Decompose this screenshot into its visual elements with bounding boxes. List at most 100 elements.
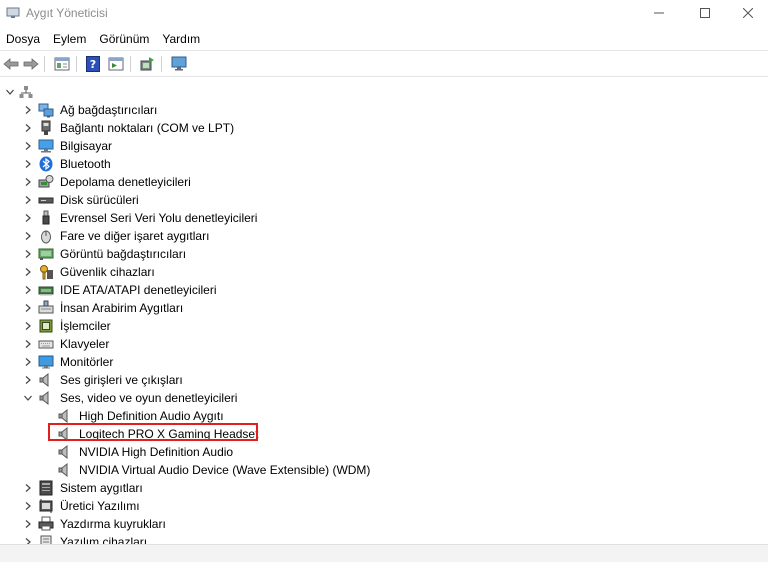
security-device-icon	[38, 264, 54, 280]
toolbar: ?	[0, 50, 768, 77]
horizontal-scrollbar[interactable]	[0, 544, 768, 562]
monitor-icon	[38, 354, 54, 370]
chevron-right-icon[interactable]	[23, 141, 33, 151]
tree-item-ses-video-ve-oyun-denetleyicileri[interactable]: Ses, video ve oyun denetleyicileri	[0, 389, 760, 407]
menu-bar: Dosya Eylem Görünüm Yardım	[0, 28, 768, 50]
chevron-right-icon[interactable]	[23, 123, 33, 133]
tree-item-depolama-denetleyicileri[interactable]: Depolama denetleyicileri	[0, 173, 760, 191]
tree-item-label: Disk sürücüleri	[60, 193, 139, 207]
chevron-right-icon[interactable]	[23, 321, 33, 331]
chevron-right-icon[interactable]	[23, 249, 33, 259]
update-driver-icon[interactable]	[138, 55, 156, 73]
disk-drive-icon	[38, 192, 54, 208]
tree-item-disk-suruculeri[interactable]: Disk sürücüleri	[0, 191, 760, 209]
menu-dosya[interactable]: Dosya	[0, 29, 47, 49]
tree-item-monitorler[interactable]: Monitörler	[0, 353, 760, 371]
usb-icon	[38, 210, 54, 226]
tree-child-nvidia-high-definition-audio[interactable]: NVIDIA High Definition Audio	[0, 443, 760, 461]
tree-item-label: Güvenlik cihazları	[60, 265, 155, 279]
display-adapter-icon	[38, 246, 54, 262]
tree-item-label: Üretici Yazılımı	[60, 499, 140, 513]
toolbar-separator	[44, 56, 45, 72]
tree-item-uretici-yazilimi[interactable]: Üretici Yazılımı	[0, 497, 760, 515]
mouse-icon	[38, 228, 54, 244]
tree-item-label: Ses, video ve oyun denetleyicileri	[60, 391, 238, 405]
monitor-scan-icon[interactable]	[170, 55, 188, 73]
chevron-right-icon[interactable]	[23, 519, 33, 529]
tree-item-label: Bluetooth	[60, 157, 111, 171]
tree-item-islemciler[interactable]: İşlemciler	[0, 317, 760, 335]
chevron-right-icon[interactable]	[23, 537, 33, 544]
tree-item-label: İnsan Arabirim Aygıtları	[60, 301, 184, 315]
menu-gorunum[interactable]: Görünüm	[93, 29, 156, 49]
tree-item-label: Monitörler	[60, 355, 114, 369]
tree-item-ag-bagdastiricilari[interactable]: Ağ bağdaştırıcıları	[0, 101, 760, 119]
menu-yardim[interactable]: Yardım	[156, 29, 207, 49]
back-arrow-icon[interactable]	[2, 55, 20, 73]
tree-item-fare-ve-diger-isaret-aygitlari[interactable]: Fare ve diğer işaret aygıtları	[0, 227, 760, 245]
tree-item-label: Yazdırma kuyrukları	[60, 517, 166, 531]
tree-item-guvenlik-cihazlari[interactable]: Güvenlik cihazları	[0, 263, 760, 281]
tree-item-yazilim-cihazlari[interactable]: Yazılım cihazları	[0, 533, 760, 544]
chevron-right-icon[interactable]	[23, 213, 33, 223]
device-manager-app-icon	[6, 6, 20, 23]
tree-item-evrensel-seri-veri-yolu-denetleyicileri[interactable]: Evrensel Seri Veri Yolu denetleyicileri	[0, 209, 760, 227]
tree-item-insan-arabirim-aygitlari[interactable]: İnsan Arabirim Aygıtları	[0, 299, 760, 317]
chevron-right-icon[interactable]	[23, 483, 33, 493]
chevron-right-icon[interactable]	[23, 339, 33, 349]
title-bar: Aygıt Yöneticisi	[0, 0, 768, 26]
speaker-icon	[38, 372, 54, 388]
chevron-down-icon[interactable]	[23, 393, 33, 403]
properties-icon[interactable]	[53, 55, 71, 73]
tree-item-sistem-aygitlari[interactable]: Sistem aygıtları	[0, 479, 760, 497]
help-icon[interactable]: ?	[84, 55, 102, 73]
network-adapter-icon	[38, 102, 54, 118]
firmware-icon	[38, 498, 54, 514]
tree-item-label: Ses girişleri ve çıkışları	[60, 373, 183, 387]
computer-icon	[38, 138, 54, 154]
scrollbar-thumb[interactable]	[0, 549, 760, 557]
speaker-icon	[57, 408, 73, 424]
tree-item-bluetooth[interactable]: Bluetooth	[0, 155, 760, 173]
processor-icon	[38, 318, 54, 334]
chevron-right-icon[interactable]	[23, 177, 33, 187]
chevron-right-icon[interactable]	[23, 105, 33, 115]
view-icon[interactable]	[107, 55, 125, 73]
device-tree: Ağ bağdaştırıcıları Bağlantı noktaları (C…	[0, 79, 768, 544]
computer-tree-root-icon	[18, 84, 34, 100]
chevron-right-icon[interactable]	[23, 501, 33, 511]
system-device-icon	[38, 480, 54, 496]
tree-item-bilgisayar[interactable]: Bilgisayar	[0, 137, 760, 155]
chevron-right-icon[interactable]	[23, 267, 33, 277]
maximize-button[interactable]	[682, 0, 728, 26]
chevron-right-icon[interactable]	[23, 357, 33, 367]
chevron-down-icon[interactable]	[5, 87, 15, 97]
tree-item-label: Depolama denetleyicileri	[60, 175, 191, 189]
toolbar-separator	[161, 56, 162, 72]
ide-controller-icon	[38, 282, 54, 298]
forward-arrow-icon[interactable]	[22, 55, 40, 73]
storage-controller-icon	[38, 174, 54, 190]
chevron-right-icon[interactable]	[23, 375, 33, 385]
tree-child-nvidia-virtual-audio-device-wave-extensible-wdm[interactable]: NVIDIA Virtual Audio Device (Wave Extens…	[0, 461, 760, 479]
chevron-right-icon[interactable]	[23, 195, 33, 205]
tree-root[interactable]	[0, 83, 760, 101]
tree-item-baglanti-noktalari-com-ve-lpt[interactable]: Bağlantı noktaları (COM ve LPT)	[0, 119, 760, 137]
menu-eylem[interactable]: Eylem	[47, 29, 93, 49]
chevron-right-icon[interactable]	[23, 285, 33, 295]
highlight-box	[48, 423, 258, 441]
chevron-right-icon[interactable]	[23, 303, 33, 313]
tree-item-klavyeler[interactable]: Klavyeler	[0, 335, 760, 353]
chevron-right-icon[interactable]	[23, 159, 33, 169]
minimize-button[interactable]	[636, 0, 682, 26]
tree-item-ide-ata-atapi-denetleyicileri[interactable]: IDE ATA/ATAPI denetleyicileri	[0, 281, 760, 299]
tree-item-ses-girisleri-ve-cikislari[interactable]: Ses girişleri ve çıkışları	[0, 371, 760, 389]
tree-item-label: IDE ATA/ATAPI denetleyicileri	[60, 283, 217, 297]
tree-item-goruntu-bagdastiricilari[interactable]: Görüntü bağdaştırıcıları	[0, 245, 760, 263]
close-button[interactable]	[728, 0, 768, 26]
tree-item-yazdirma-kuyruklari[interactable]: Yazdırma kuyrukları	[0, 515, 760, 533]
chevron-right-icon[interactable]	[23, 231, 33, 241]
hid-icon	[38, 300, 54, 316]
keyboard-icon	[38, 336, 54, 352]
tree-item-label: Evrensel Seri Veri Yolu denetleyicileri	[60, 211, 258, 225]
